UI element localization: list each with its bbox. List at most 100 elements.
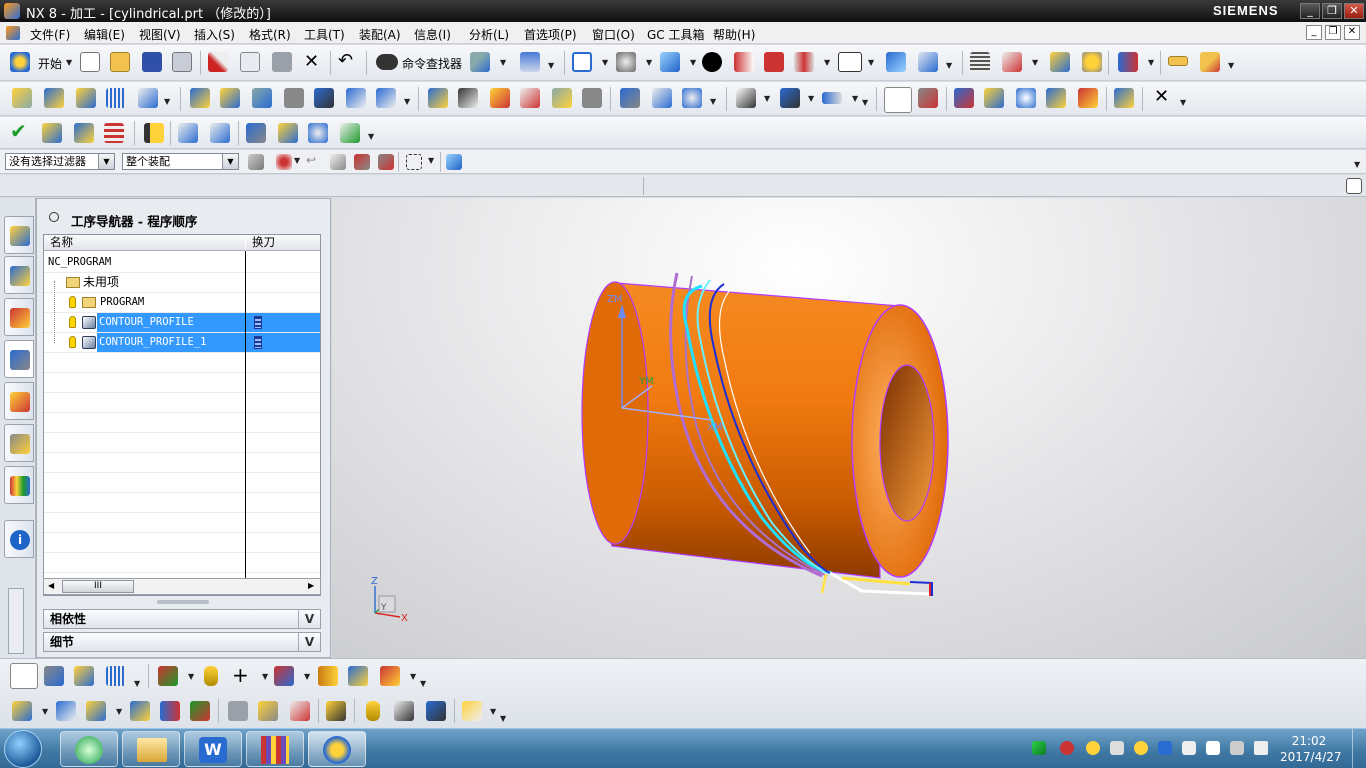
revolve-icon[interactable] [86, 701, 106, 721]
edit-object-icon[interactable] [1050, 52, 1070, 72]
plus-icon[interactable]: + [232, 663, 249, 687]
tool-axis-icon[interactable] [822, 92, 842, 104]
machine-tool-view-icon[interactable] [44, 666, 64, 686]
verify-toolpath-icon[interactable] [284, 88, 304, 108]
scroll-thumb[interactable]: III [62, 580, 134, 593]
chevron-down-icon[interactable]: ▼ [164, 97, 170, 106]
generate-toolpath-icon[interactable] [190, 88, 210, 108]
chevron-down-icon[interactable]: ▼ [420, 679, 426, 688]
taskbar-nx[interactable] [308, 731, 366, 767]
add-icon[interactable] [1134, 741, 1148, 755]
print-icon[interactable] [172, 52, 192, 72]
color-palette-icon[interactable] [838, 52, 862, 72]
assembly-constraint-icon[interactable] [918, 52, 938, 72]
graphics-window[interactable]: ZM YM XM Z Y X [332, 198, 1366, 658]
tree-row-nc-program[interactable]: NC_PROGRAM [44, 253, 320, 273]
chevron-down-icon[interactable]: ▼ [690, 58, 696, 67]
menu-information[interactable]: 信息(I) [414, 26, 451, 43]
measure-distance-icon[interactable] [1168, 56, 1188, 66]
datum-icon[interactable] [274, 666, 294, 686]
edit-operation-icon[interactable] [620, 88, 640, 108]
tree-row-program[interactable]: PROGRAM [44, 293, 320, 313]
delete-toolpath-icon[interactable] [314, 88, 334, 108]
menu-assembly[interactable]: 装配(A) [359, 26, 401, 43]
offset-face-icon[interactable] [130, 701, 150, 721]
show-desktop-button[interactable] [1352, 729, 1366, 768]
mirror-feature-icon[interactable] [426, 701, 446, 721]
dependencies-panel[interactable]: 相依性 V [43, 609, 321, 629]
chevron-down-icon[interactable]: ▼ [404, 97, 410, 106]
selection-options-icon[interactable] [520, 52, 540, 72]
constraint-navigator-tab[interactable] [4, 256, 34, 294]
chevron-down-icon[interactable]: ▼ [294, 156, 300, 165]
cursor-icon[interactable] [736, 88, 756, 108]
subtract-icon[interactable] [258, 701, 278, 721]
chevron-down-icon[interactable]: ▼ [222, 154, 238, 169]
menu-analysis[interactable]: 分析(L) [469, 26, 509, 43]
chevron-down-icon[interactable]: ▼ [428, 156, 434, 165]
chevron-down-icon[interactable]: ▼ [548, 61, 554, 70]
snap-icon[interactable] [470, 52, 490, 72]
minimize-button[interactable]: _ [1300, 3, 1320, 19]
chevron-down-icon[interactable]: ▼ [116, 707, 122, 716]
measure-angle-icon[interactable] [1200, 52, 1220, 72]
workpiece-icon[interactable] [884, 87, 912, 113]
chevron-down-icon[interactable]: ▼ [1354, 160, 1360, 169]
undo-icon[interactable]: ↶ [338, 50, 353, 71]
chevron-down-icon[interactable]: ▼ [808, 94, 814, 103]
chevron-down-icon[interactable]: ▼ [1032, 58, 1038, 67]
command-finder-label[interactable]: 命令查找器 [402, 55, 462, 72]
open-folder-icon[interactable] [110, 52, 130, 72]
clip-icon[interactable] [794, 52, 814, 72]
chevron-down-icon[interactable]: ▼ [98, 154, 114, 169]
copy-icon[interactable] [240, 52, 260, 72]
shield-icon[interactable] [1158, 741, 1172, 755]
clock-icon[interactable] [682, 88, 702, 108]
scope-filter-select[interactable]: 整个装配 ▼ [122, 153, 239, 170]
clock[interactable]: 21:02 2017/4/27 [1280, 733, 1342, 765]
model-view[interactable]: ZM YM XM Z Y X [332, 198, 1366, 658]
wifi-icon[interactable] [1032, 741, 1046, 755]
chain-icon[interactable] [366, 701, 380, 721]
menu-view[interactable]: 视图(V) [139, 26, 181, 43]
display-icon[interactable] [1110, 741, 1124, 755]
timer-icon[interactable] [308, 123, 328, 143]
taskbar-archive[interactable] [246, 731, 304, 767]
chevron-down-icon[interactable]: ▼ [946, 61, 952, 70]
doc-restore-button[interactable]: ❐ [1325, 25, 1341, 40]
chevron-down-icon[interactable]: ▼ [134, 679, 140, 688]
quick-pick-icon[interactable] [378, 154, 394, 170]
info-window-icon[interactable] [210, 123, 230, 143]
unite-icon[interactable] [228, 701, 248, 721]
section-view-icon[interactable] [734, 52, 754, 72]
reuse-library-tab[interactable] [4, 424, 34, 462]
intersect-icon[interactable] [290, 701, 310, 721]
info-tab[interactable]: i [4, 520, 34, 558]
shop-docs-icon[interactable] [376, 88, 396, 108]
volume-icon[interactable] [1254, 741, 1268, 755]
gouge-check-icon[interactable] [42, 123, 62, 143]
start-button-label[interactable]: 开始 [38, 55, 62, 72]
chevron-down-icon[interactable]: ▼ [1148, 58, 1154, 67]
menu-gc-toolkit[interactable]: GC 工具箱 [647, 26, 705, 43]
delete-icon[interactable]: ✕ [304, 51, 319, 72]
menu-format[interactable]: 格式(R) [249, 26, 291, 43]
update-icon[interactable] [1086, 741, 1100, 755]
tool-library-icon[interactable] [1046, 88, 1066, 108]
replay-toolpath-icon[interactable] [220, 88, 240, 108]
part-navigator-tab[interactable] [4, 298, 34, 336]
chevron-down-icon[interactable]: ▼ [764, 94, 770, 103]
menu-insert[interactable]: 插入(S) [194, 26, 235, 43]
ipw-icon[interactable] [918, 88, 938, 108]
move-component-icon[interactable] [886, 52, 906, 72]
cut-icon[interactable] [208, 52, 228, 72]
geometry-view-icon[interactable] [74, 666, 94, 686]
checkmark-icon[interactable]: ✔ [10, 119, 27, 143]
binoculars-icon[interactable] [376, 54, 398, 70]
navigator-program-order-icon[interactable] [10, 663, 38, 689]
pin-icon[interactable] [49, 212, 59, 222]
menu-tools[interactable]: 工具(T) [304, 26, 345, 43]
wcs-icon[interactable] [1002, 52, 1022, 72]
security-icon[interactable] [1060, 741, 1074, 755]
save-icon[interactable] [142, 52, 162, 72]
